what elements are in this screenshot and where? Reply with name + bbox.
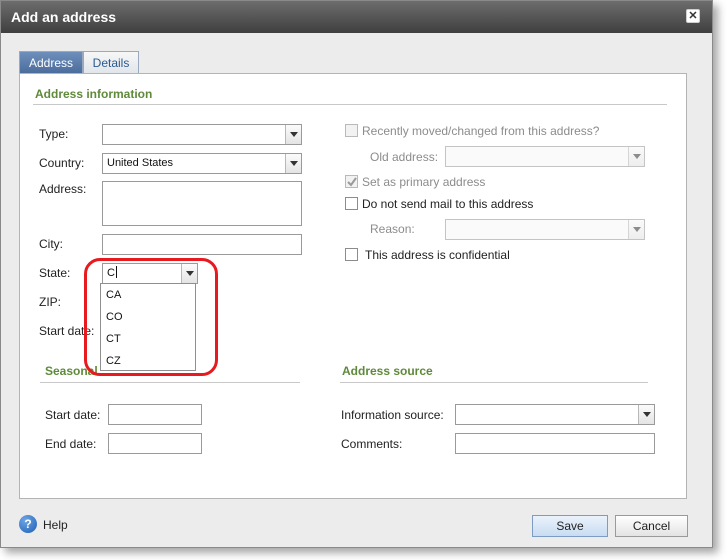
info-source-select[interactable] [455,404,655,425]
country-value: United States [107,157,174,169]
address-textarea[interactable] [102,181,302,226]
recently-moved-label: Recently moved/changed from this address… [362,124,600,138]
confidential-checkbox[interactable] [345,248,358,261]
save-button[interactable]: Save [532,515,608,537]
question-icon[interactable]: ? [19,515,37,533]
primary-address-label: Set as primary address [362,175,486,189]
section-title-address-information: Address information [35,87,153,101]
city-field[interactable] [102,234,302,255]
cancel-button[interactable]: Cancel [615,515,688,537]
chevron-down-icon[interactable] [285,154,301,173]
section-divider [40,382,300,383]
type-select[interactable] [102,124,302,145]
do-not-mail-checkbox[interactable] [345,197,358,210]
close-button[interactable]: ✕ [686,9,700,23]
seasonal-end-date-label: End date: [45,437,97,451]
help-link[interactable]: Help [43,518,68,532]
callout-highlight [84,258,218,376]
do-not-mail-label: Do not send mail to this address [362,197,534,211]
chevron-down-icon[interactable] [638,405,654,424]
reason-label: Reason: [370,222,415,236]
state-label: State: [39,266,71,280]
type-label: Type: [39,127,69,141]
old-address-select[interactable] [445,146,645,167]
info-source-label: Information source: [341,408,444,422]
seasonal-end-date-field[interactable] [108,433,202,454]
section-title-address-source: Address source [342,364,433,378]
chevron-down-icon[interactable] [285,125,301,144]
chevron-down-icon[interactable] [628,220,644,239]
chevron-down-icon[interactable] [628,147,644,166]
country-select[interactable]: United States [102,153,302,174]
dialog-title: Add an address [11,9,117,25]
city-label: City: [39,237,63,251]
seasonal-start-date-label: Start date: [45,408,101,422]
tab-details[interactable]: Details [83,51,139,74]
comments-field[interactable] [455,433,655,454]
confidential-label: This address is confidential [365,248,510,262]
old-address-label: Old address: [370,150,439,164]
country-label: Country: [39,156,85,170]
primary-address-checkbox[interactable] [345,175,358,188]
tab-address[interactable]: Address [19,51,83,74]
address-label: Address: [39,182,87,196]
checkmark-icon [347,177,357,187]
comments-label: Comments: [341,437,403,451]
reason-select[interactable] [445,219,645,240]
seasonal-start-date-field[interactable] [108,404,202,425]
section-divider [340,382,648,383]
zip-label: ZIP: [39,295,62,309]
close-icon: ✕ [688,10,698,22]
dialog-titlebar: Add an address ✕ [1,1,712,33]
section-divider [33,104,667,105]
recently-moved-checkbox[interactable] [345,124,358,137]
